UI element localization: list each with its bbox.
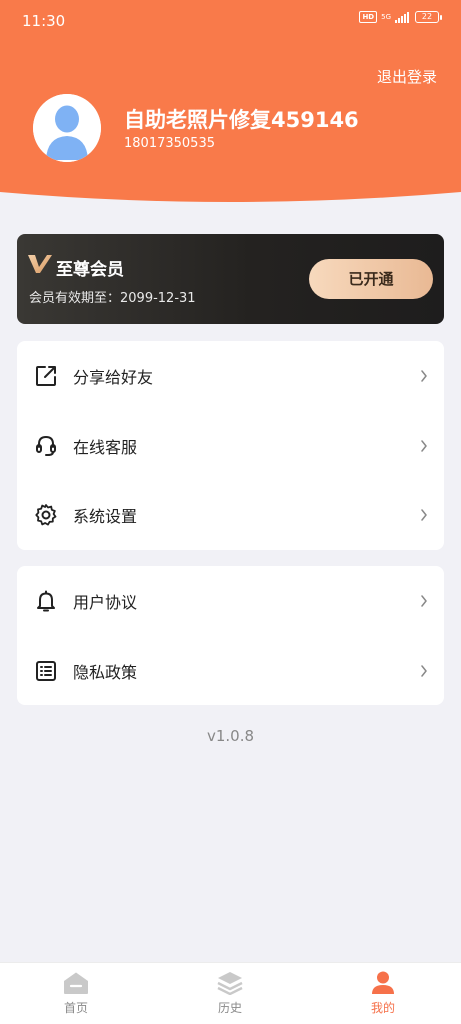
vip-membership-card[interactable]: 至尊会员 会员有效期至：2099-12-31 已开通 xyxy=(17,234,444,324)
chevron-right-icon xyxy=(421,664,427,677)
avatar[interactable] xyxy=(33,94,101,162)
profile-icon xyxy=(372,971,394,994)
profile-header: 11:30 HD 5G 22 退出登录 自助老照片修复459146 180173… xyxy=(0,0,461,210)
status-bar: 11:30 HD 5G 22 xyxy=(0,0,461,40)
menu-group-main: 分享给好友 在线客服 系统设置 xyxy=(17,341,444,550)
headset-icon xyxy=(36,435,56,456)
vip-title: 至尊会员 xyxy=(56,260,124,280)
vip-activated-button[interactable]: 已开通 xyxy=(309,259,433,299)
tab-label-profile: 我的 xyxy=(370,1001,395,1015)
status-time: 11:30 xyxy=(22,12,66,30)
user-name: 自助老照片修复459146 xyxy=(124,108,359,132)
chevron-right-icon xyxy=(421,439,427,452)
vip-expiry: 会员有效期至：2099-12-31 xyxy=(29,291,196,306)
tab-label-home: 首页 xyxy=(63,1001,88,1015)
menu-item-privacy-policy[interactable]: 隐私政策 xyxy=(17,636,444,706)
app-version: v1.0.8 xyxy=(206,727,255,745)
tab-history[interactable]: 历史 xyxy=(190,971,270,1016)
battery-icon: 22 xyxy=(415,11,442,23)
bell-icon xyxy=(37,590,55,612)
menu-item-customer-service[interactable]: 在线客服 xyxy=(17,411,444,481)
menu-label-user-agreement: 用户协议 xyxy=(73,592,138,612)
chevron-right-icon xyxy=(421,370,427,382)
chevron-right-icon xyxy=(421,595,427,607)
home-icon xyxy=(64,972,88,994)
logout-button[interactable]: 退出登录 xyxy=(377,66,437,87)
signal-icon xyxy=(395,11,409,23)
tab-profile[interactable]: 我的 xyxy=(343,971,423,1016)
vip-logo-icon xyxy=(28,255,52,273)
menu-item-user-agreement[interactable]: 用户协议 xyxy=(17,566,444,636)
hd-icon: HD xyxy=(359,11,378,23)
menu-label-share: 分享给好友 xyxy=(73,367,154,387)
menu-item-share[interactable]: 分享给好友 xyxy=(17,341,444,411)
menu-item-settings[interactable]: 系统设置 xyxy=(17,480,444,550)
tab-label-history: 历史 xyxy=(217,1001,242,1015)
bottom-tab-bar: 首页 历史 我的 xyxy=(0,962,461,1024)
list-icon xyxy=(36,660,56,681)
network-type: 5G xyxy=(381,13,391,21)
gear-icon xyxy=(35,504,57,526)
status-icons: HD 5G 22 xyxy=(359,11,442,23)
menu-label-customer-service: 在线客服 xyxy=(73,437,138,457)
share-icon xyxy=(36,365,56,386)
tab-home[interactable]: 首页 xyxy=(36,971,116,1016)
menu-group-legal: 用户协议 隐私政策 xyxy=(17,566,444,705)
layers-icon xyxy=(217,972,243,995)
menu-label-settings: 系统设置 xyxy=(73,507,138,527)
avatar-placeholder-icon xyxy=(33,94,101,162)
menu-label-privacy-policy: 隐私政策 xyxy=(73,662,138,682)
user-phone: 18017350535 xyxy=(124,136,215,151)
chevron-right-icon xyxy=(421,509,427,521)
